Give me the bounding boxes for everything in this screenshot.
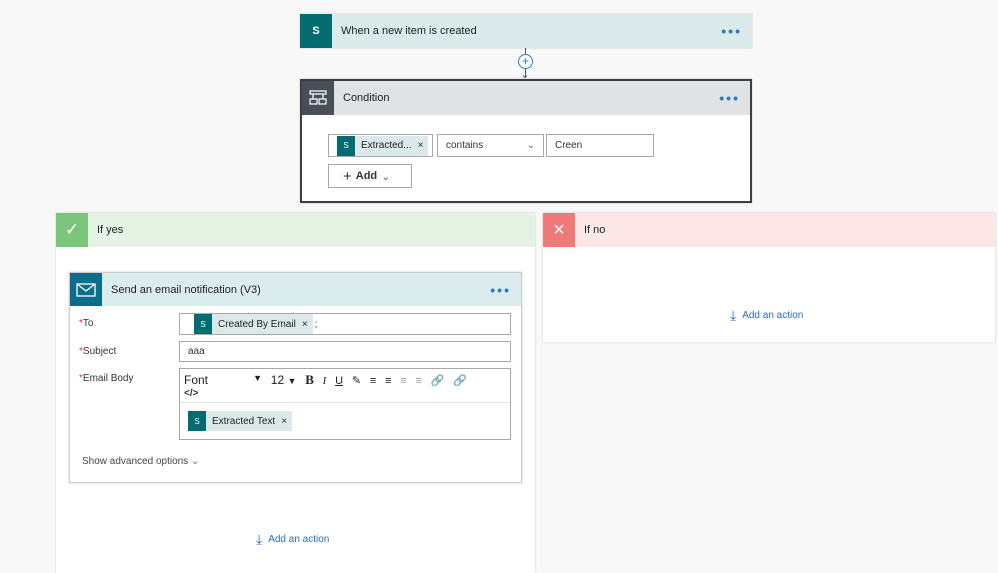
add-action-label: Add an action [742, 310, 804, 321]
chevron-down-icon: ⌄ [190, 456, 200, 467]
if-yes-title: If yes [97, 224, 124, 236]
sharepoint-icon: S [194, 314, 212, 334]
show-advanced-options-link[interactable]: Show advanced options ⌄ [82, 456, 199, 467]
link-icon[interactable]: 🔗 [431, 374, 445, 387]
sharepoint-icon: S [300, 14, 332, 48]
subject-label: *Subject [79, 346, 117, 357]
add-an-action-button[interactable]: ⤓ Add an action [256, 531, 329, 548]
highlight-pen-icon[interactable]: ✎ [352, 374, 361, 387]
email-title: Send an email notification (V3) [111, 283, 261, 296]
indent-icon[interactable]: ≡ [415, 375, 421, 387]
add-label: Add [355, 170, 378, 182]
trigger-title: When a new item is created [341, 25, 477, 37]
email-body-editor[interactable]: Font ▼ 12 ▼ B I U ✎ ≡ ≡ ≡ ≡ 🔗 🔗 </> S Extr… [179, 368, 511, 440]
sharepoint-icon: S [337, 135, 355, 156]
add-button[interactable]: + Add ⌄ [328, 164, 412, 188]
plus-icon: + [343, 167, 352, 185]
remove-token-icon[interactable]: × [302, 319, 313, 330]
outdent-icon[interactable]: ≡ [400, 375, 406, 387]
editor-toolbar: Font ▼ 12 ▼ B I U ✎ ≡ ≡ ≡ ≡ 🔗 🔗 </> [180, 369, 510, 403]
code-view-button[interactable]: </> [184, 388, 506, 399]
insert-step-button[interactable]: + [518, 54, 533, 69]
checkmark-icon: ✓ [56, 213, 88, 247]
condition-left-operand[interactable]: S Extracted... × [328, 134, 433, 157]
bullet-list-icon[interactable]: ≡ [370, 375, 376, 387]
font-dropdown[interactable]: Font ▼ [184, 373, 262, 387]
underline-icon[interactable]: U [335, 375, 343, 387]
numbered-list-icon[interactable]: ≡ [385, 375, 391, 387]
send-email-card: Send an email notification (V3) ••• *To … [69, 272, 522, 483]
sharepoint-icon: S [188, 411, 206, 431]
condition-icon [302, 81, 334, 115]
unlink-icon[interactable]: 🔗 [453, 374, 467, 387]
trigger-card[interactable]: S When a new item is created ••• [300, 14, 752, 48]
add-action-icon: ⤓ [256, 531, 263, 547]
more-options-icon[interactable]: ••• [719, 90, 740, 106]
remove-token-icon[interactable]: × [281, 416, 292, 427]
operator-dropdown[interactable]: contains ⌄ [437, 134, 544, 157]
remove-token-icon[interactable]: × [418, 140, 429, 151]
token-label: Extracted... [361, 140, 412, 151]
italic-icon[interactable]: I [323, 375, 327, 387]
email-body-label: *Email Body [79, 373, 134, 384]
condition-value-input[interactable]: Creen [546, 134, 654, 157]
if-no-title: If no [584, 224, 606, 236]
chevron-down-icon: ⌄ [526, 140, 535, 151]
condition-card: Condition ••• S Extracted... × contains ⌄ C… [300, 79, 752, 203]
to-field[interactable]: S Created By Email ×; [179, 313, 511, 335]
chevron-down-icon: ⌄ [381, 170, 391, 183]
close-icon: × [543, 213, 575, 247]
bold-icon[interactable]: B [305, 372, 314, 388]
condition-value: Creen [555, 140, 583, 151]
subject-input[interactable]: aaa [179, 341, 511, 362]
if-no-branch: × If no ⤓ Add an action [543, 213, 995, 342]
more-options-icon[interactable]: ••• [721, 23, 742, 39]
font-size-dropdown[interactable]: 12 ▼ [271, 373, 297, 387]
mail-icon [70, 273, 102, 306]
to-label: *To [79, 318, 94, 329]
add-action-label: Add an action [268, 534, 330, 545]
operator-value: contains [446, 140, 484, 151]
condition-title: Condition [343, 92, 390, 104]
more-options-icon[interactable]: ••• [490, 282, 511, 298]
token-label: Extracted Text [212, 415, 276, 427]
add-action-icon: ⤓ [730, 307, 737, 323]
token-label: Created By Email [218, 318, 296, 330]
subject-value: aaa [188, 346, 205, 357]
add-an-action-button[interactable]: ⤓ Add an action [730, 307, 803, 324]
